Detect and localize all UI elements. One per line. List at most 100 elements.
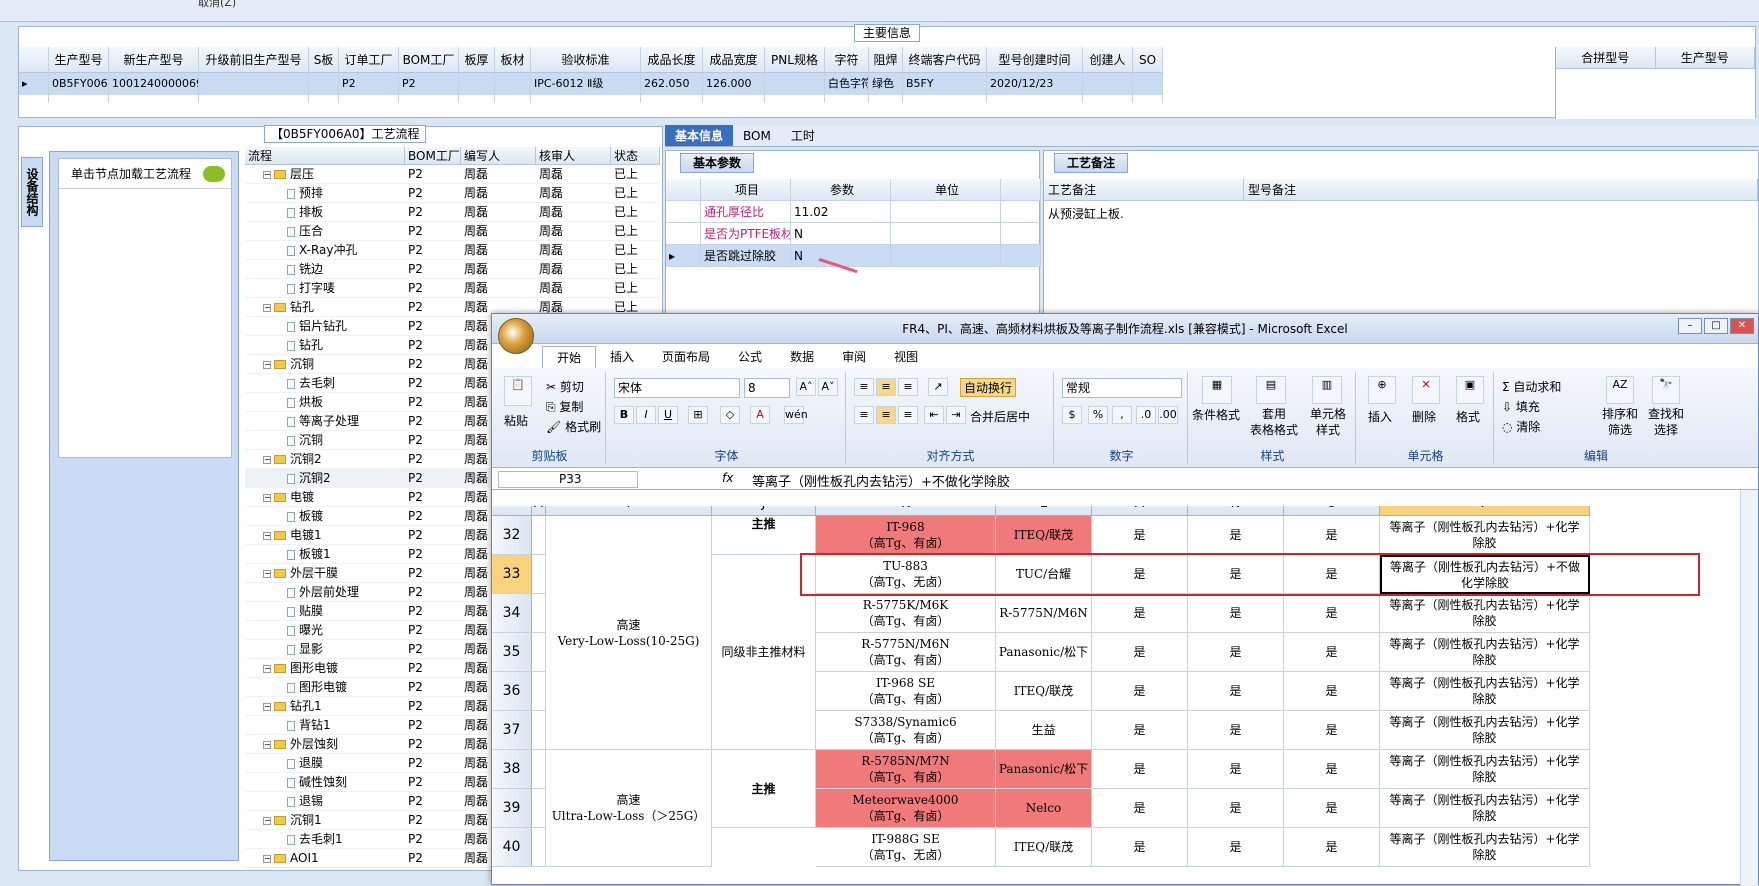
process-tree-row[interactable]: 压合 P2 周磊 周磊 已上: [245, 222, 660, 241]
process-tree-row[interactable]: 预排 P2 周磊 周磊 已上: [245, 184, 660, 203]
param-value[interactable]: N: [791, 245, 891, 267]
grow-font-icon[interactable]: A˄: [796, 378, 816, 396]
copy-button[interactable]: ⎘ 复制: [546, 398, 583, 415]
basic-params-tab[interactable]: 基本参数: [680, 153, 755, 173]
material-cell[interactable]: R-5775N/M6N （高Tg、有卤）: [816, 633, 996, 672]
fx-icon[interactable]: fx: [722, 471, 733, 485]
material-cell[interactable]: IT-968 SE （高Tg、有卤）: [816, 672, 996, 711]
collapse-icon[interactable]: −: [263, 455, 271, 464]
yes-cell[interactable]: 是: [1284, 633, 1380, 672]
yes-cell[interactable]: 是: [1092, 672, 1188, 711]
tab-formulas[interactable]: 公式: [724, 346, 776, 368]
collapse-icon[interactable]: −: [263, 664, 271, 673]
font-name-select[interactable]: 宋体: [614, 378, 740, 398]
main-info-cell[interactable]: [199, 73, 308, 95]
cell[interactable]: [532, 594, 546, 633]
tab-work-hours[interactable]: 工时: [781, 125, 825, 146]
supplier-cell[interactable]: R-5775N/M6N: [996, 594, 1092, 633]
orientation-icon[interactable]: ↗: [928, 378, 948, 396]
decrease-decimal-icon[interactable]: .00: [1158, 406, 1178, 424]
process-tree-row[interactable]: − 层压 P2 周磊 周磊 已上: [245, 165, 660, 184]
yes-cell[interactable]: 是: [1188, 711, 1284, 750]
main-info-header[interactable]: 创建人: [1083, 47, 1132, 73]
main-info-header[interactable]: 新生产型号: [109, 47, 198, 73]
tab-review[interactable]: 审阅: [828, 346, 880, 368]
material-cell[interactable]: R-5775K/M6K （高Tg、有卤）: [816, 594, 996, 633]
main-info-cell[interactable]: 绿色: [869, 73, 902, 95]
increase-indent-icon[interactable]: ⇥: [946, 406, 966, 424]
yes-cell[interactable]: 是: [1092, 594, 1188, 633]
tab-page-layout[interactable]: 页面布局: [648, 346, 724, 368]
format-painter-button[interactable]: 🖌 格式刷: [546, 418, 601, 435]
main-info-header[interactable]: 板材: [495, 47, 530, 73]
increase-decimal-icon[interactable]: .0: [1136, 406, 1156, 424]
main-info-cell[interactable]: 2020/12/23: [987, 73, 1082, 95]
yes-cell[interactable]: 是: [1284, 516, 1380, 555]
tab-bom[interactable]: BOM: [733, 125, 781, 146]
italic-icon[interactable]: I: [636, 406, 656, 424]
column-header[interactable]: K: [816, 506, 996, 516]
supplier-cell[interactable]: ITEQ/联茂: [996, 828, 1092, 867]
main-info-header[interactable]: 验收标准: [531, 47, 640, 73]
process-cell[interactable]: 等离子（刚性板孔内去钻污）+化学除胶: [1380, 672, 1590, 711]
yes-cell[interactable]: 是: [1092, 711, 1188, 750]
select-all-corner[interactable]: [492, 506, 532, 516]
comma-icon[interactable]: ,: [1112, 406, 1132, 424]
format-cells-button[interactable]: 格式: [1456, 408, 1480, 425]
collapse-icon[interactable]: −: [263, 854, 271, 863]
process-cell[interactable]: 等离子（刚性板孔内去钻污）+化学除胶: [1380, 516, 1590, 555]
main-info-cell[interactable]: P2: [339, 73, 398, 95]
main-info-cell[interactable]: [1083, 73, 1132, 95]
row-header[interactable]: 35: [492, 633, 532, 672]
cell[interactable]: [532, 633, 546, 672]
cell-styles-button[interactable]: 单元格 样式: [1310, 406, 1346, 438]
bold-icon[interactable]: B: [614, 406, 634, 424]
process-cell[interactable]: 等离子（刚性板孔内去钻污）+化学除胶: [1380, 633, 1590, 672]
main-info-cell[interactable]: [495, 73, 530, 95]
cell[interactable]: [532, 828, 546, 867]
collapse-icon[interactable]: −: [263, 702, 271, 711]
paste-button[interactable]: 粘贴: [504, 412, 528, 429]
main-info-cell[interactable]: [459, 73, 494, 95]
find-select-icon[interactable]: 🔭: [1652, 376, 1680, 404]
speed-category-cell[interactable]: 高速 Ultra-Low-Loss（＞25G）: [546, 750, 712, 867]
main-info-cell[interactable]: P2: [399, 73, 458, 95]
col-reviewer[interactable]: 核审人: [536, 147, 611, 164]
align-middle-icon[interactable]: ≡: [876, 378, 896, 396]
yes-cell[interactable]: 是: [1188, 672, 1284, 711]
main-info-header[interactable]: 成品宽度: [703, 47, 764, 73]
main-info-header[interactable]: 生产型号: [49, 47, 108, 73]
yes-cell[interactable]: 是: [1188, 789, 1284, 828]
percent-icon[interactable]: %: [1088, 406, 1108, 424]
material-cell[interactable]: IT-988G SE （高Tg、无卤）: [816, 828, 996, 867]
tab-insert[interactable]: 插入: [596, 346, 648, 368]
format-table-icon[interactable]: ▤: [1256, 376, 1286, 404]
shrink-font-icon[interactable]: A˅: [818, 378, 838, 396]
column-header[interactable]: P: [1380, 506, 1590, 516]
param-value[interactable]: 11.02: [791, 201, 891, 223]
collapse-icon[interactable]: −: [263, 493, 271, 502]
name-box[interactable]: P33: [498, 471, 638, 488]
yes-cell[interactable]: 是: [1092, 789, 1188, 828]
merge-center-button[interactable]: 合并后居中: [970, 408, 1030, 425]
supplier-cell[interactable]: ITEQ/联茂: [996, 516, 1092, 555]
row-header[interactable]: 32: [492, 516, 532, 555]
sort-filter-button[interactable]: 排序和 筛选: [1602, 406, 1638, 438]
row-header[interactable]: 39: [492, 789, 532, 828]
yes-cell[interactable]: 是: [1284, 750, 1380, 789]
craft-notes-tab[interactable]: 工艺备注: [1054, 153, 1129, 173]
row-header[interactable]: 36: [492, 672, 532, 711]
maximize-icon[interactable]: □: [1704, 318, 1728, 334]
col-bom[interactable]: BOM工厂: [405, 147, 461, 164]
main-info-cell[interactable]: B5FY: [903, 73, 986, 95]
conditional-format-icon[interactable]: ▦: [1202, 376, 1232, 404]
process-cell[interactable]: 等离子（刚性板孔内去钻污）+化学除胶: [1380, 594, 1590, 633]
supplier-cell[interactable]: Nelco: [996, 789, 1092, 828]
main-info-cell[interactable]: IPC-6012 Ⅱ级: [531, 73, 640, 95]
vertical-scrollbar[interactable]: [1740, 490, 1758, 886]
main-info-cell[interactable]: 白色字符: [825, 73, 868, 95]
font-color-icon[interactable]: A: [750, 406, 770, 424]
material-cell[interactable]: IT-968 （高Tg、有卤）: [816, 516, 996, 555]
column-header[interactable]: J: [712, 506, 816, 516]
process-cell[interactable]: 等离子（刚性板孔内去钻污）+化学除胶: [1380, 828, 1590, 867]
